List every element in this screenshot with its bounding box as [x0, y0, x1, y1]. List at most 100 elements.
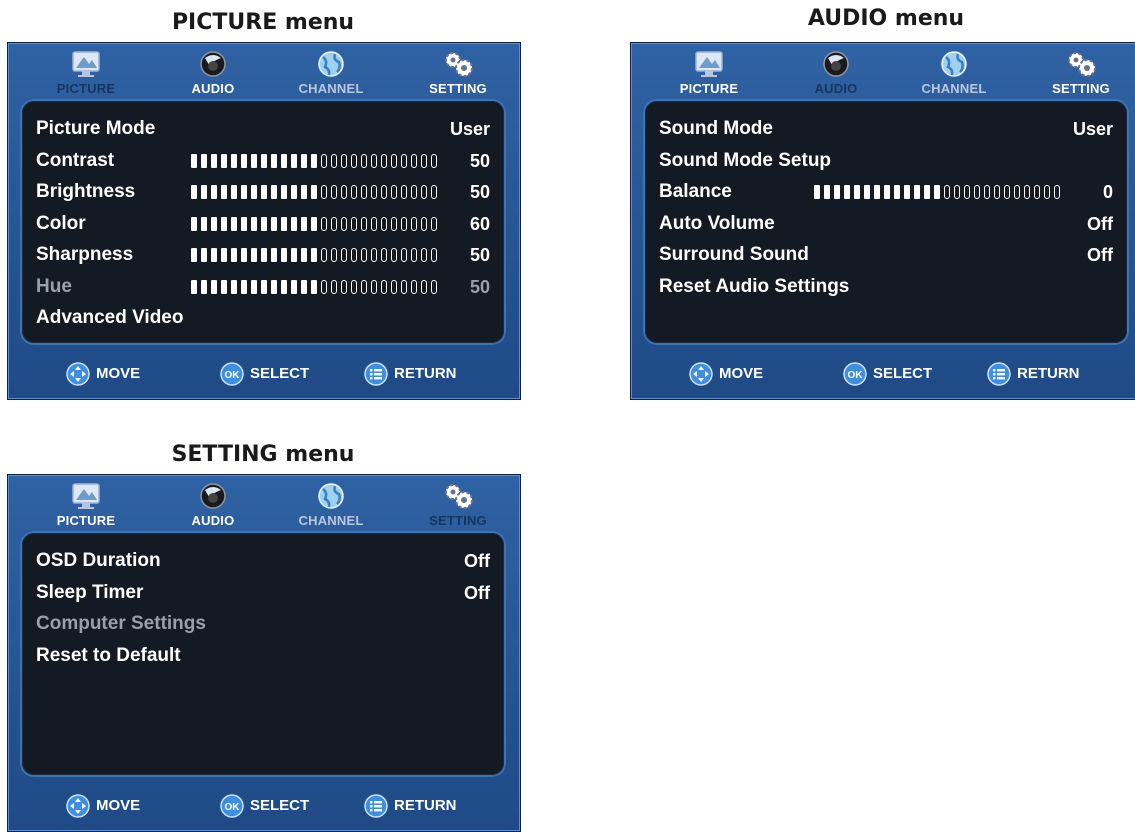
level-segment [241, 185, 247, 199]
level-segment [431, 153, 437, 168]
audio-icon [818, 49, 854, 79]
menu-item-picture-mode[interactable]: Picture Mode User [36, 115, 490, 143]
tab-picture[interactable]: PICTURE [31, 475, 141, 531]
tab-setting[interactable]: SETTING [403, 475, 513, 531]
audio-menu-caption: AUDIO menu [807, 6, 965, 31]
level-segment [834, 185, 840, 199]
level-segment [191, 248, 197, 262]
tab-audio[interactable]: AUDIO [158, 43, 268, 99]
level-segment [271, 185, 277, 199]
level-bar[interactable] [814, 185, 1064, 199]
menu-item-balance[interactable]: Balance 0 [659, 178, 1113, 206]
audio-menu-window: PICTURE AUDIO CHANNEL SETTING Sound Mode User… [630, 42, 1135, 400]
menu-footer: MOVE OK SELECT RETURN [631, 349, 1135, 399]
level-segment [281, 248, 287, 262]
menu-item-reset-audio-settings[interactable]: Reset Audio Settings [659, 273, 1113, 301]
level-segment [1054, 185, 1060, 199]
picture-icon [691, 49, 727, 79]
menu-item-label: Reset to Default [36, 644, 181, 666]
level-segment [944, 185, 950, 199]
menu-item-label: Contrast [36, 149, 115, 171]
menu-item-computer-settings: Computer Settings [36, 610, 490, 638]
tab-audio[interactable]: AUDIO [158, 475, 268, 531]
level-segment [291, 279, 297, 294]
level-segment [421, 279, 427, 294]
menu-item-reset-to-default[interactable]: Reset to Default [36, 642, 490, 670]
level-segment [411, 216, 417, 231]
menu-item-label: Sound Mode [659, 118, 773, 139]
level-segment [261, 153, 267, 168]
menu-item-surround-sound[interactable]: Surround Sound Off [659, 241, 1113, 269]
menu-item-color[interactable]: Color 60 [36, 210, 490, 238]
level-segment [351, 216, 357, 231]
level-segment [974, 185, 980, 199]
tab-channel[interactable]: CHANNEL [899, 43, 1009, 99]
menu-list-icon [364, 794, 388, 818]
level-segment [191, 185, 197, 199]
level-bar[interactable] [191, 216, 441, 231]
level-segment [211, 185, 217, 199]
picture-icon [68, 481, 104, 511]
level-segment [221, 185, 227, 199]
menu-item-sleep-timer[interactable]: Sleep Timer Off [36, 579, 490, 607]
level-segment [431, 248, 437, 262]
level-segment [934, 185, 940, 199]
level-bar[interactable] [191, 248, 441, 262]
menu-footer: MOVE OK SELECT RETURN [8, 349, 520, 399]
menu-item-value: 50 [469, 150, 490, 171]
level-segment [321, 279, 327, 294]
level-segment [271, 153, 277, 168]
menu-footer: MOVE OK SELECT RETURN [8, 781, 520, 831]
setting-menu-caption: SETTING menu [171, 442, 355, 467]
level-segment [221, 279, 227, 294]
menu-item-sound-mode[interactable]: Sound Mode User [659, 115, 1113, 143]
menu-item-sharpness[interactable]: Sharpness 50 [36, 241, 490, 269]
picture-menu-caption: PICTURE menu [171, 10, 355, 35]
setting-menu-window: PICTURE AUDIO CHANNEL SETTING OSD Duration Of… [7, 474, 521, 832]
level-segment [391, 185, 397, 199]
menu-item-advanced-video[interactable]: Advanced Video [36, 304, 490, 332]
level-segment [914, 185, 920, 199]
level-segment [251, 153, 257, 168]
tab-channel[interactable]: CHANNEL [276, 475, 386, 531]
level-bar[interactable] [191, 185, 441, 199]
tab-setting[interactable]: SETTING [1026, 43, 1135, 99]
tab-picture[interactable]: PICTURE [654, 43, 764, 99]
level-segment [261, 185, 267, 199]
level-segment [231, 153, 237, 168]
level-segment [994, 185, 1000, 199]
tab-setting[interactable]: SETTING [403, 43, 513, 99]
menu-item-brightness[interactable]: Brightness 50 [36, 178, 490, 206]
tab-picture[interactable]: PICTURE [31, 43, 141, 99]
menu-item-value: User [1072, 119, 1113, 139]
menu-item-sound-mode-setup[interactable]: Sound Mode Setup [659, 147, 1113, 175]
level-segment [421, 248, 427, 262]
menu-item-label: Brightness [36, 181, 136, 202]
dpad-icon [66, 794, 90, 818]
menu-item-auto-volume[interactable]: Auto Volume Off [659, 210, 1113, 238]
tab-audio[interactable]: AUDIO [781, 43, 891, 99]
level-segment [201, 279, 207, 294]
dpad-icon [66, 362, 90, 386]
level-segment [381, 153, 387, 168]
tab-channel[interactable]: CHANNEL [276, 43, 386, 99]
channel-icon [936, 49, 972, 79]
audio-icon [195, 481, 231, 511]
menu-item-value: Off [464, 551, 490, 571]
level-segment [401, 248, 407, 262]
picture-icon [68, 49, 104, 79]
level-bar[interactable] [191, 279, 441, 294]
level-segment [421, 185, 427, 199]
level-segment [281, 279, 287, 294]
menu-item-contrast[interactable]: Contrast 50 [36, 147, 490, 175]
level-segment [411, 248, 417, 262]
level-segment [824, 185, 830, 199]
setting-icon [1063, 49, 1099, 79]
level-bar[interactable] [191, 153, 441, 168]
level-segment [261, 279, 267, 294]
level-segment [884, 185, 890, 199]
channel-icon [313, 481, 349, 511]
level-segment [241, 248, 247, 262]
tab-label: PICTURE [679, 81, 739, 96]
menu-item-osd-duration[interactable]: OSD Duration Off [36, 547, 490, 575]
